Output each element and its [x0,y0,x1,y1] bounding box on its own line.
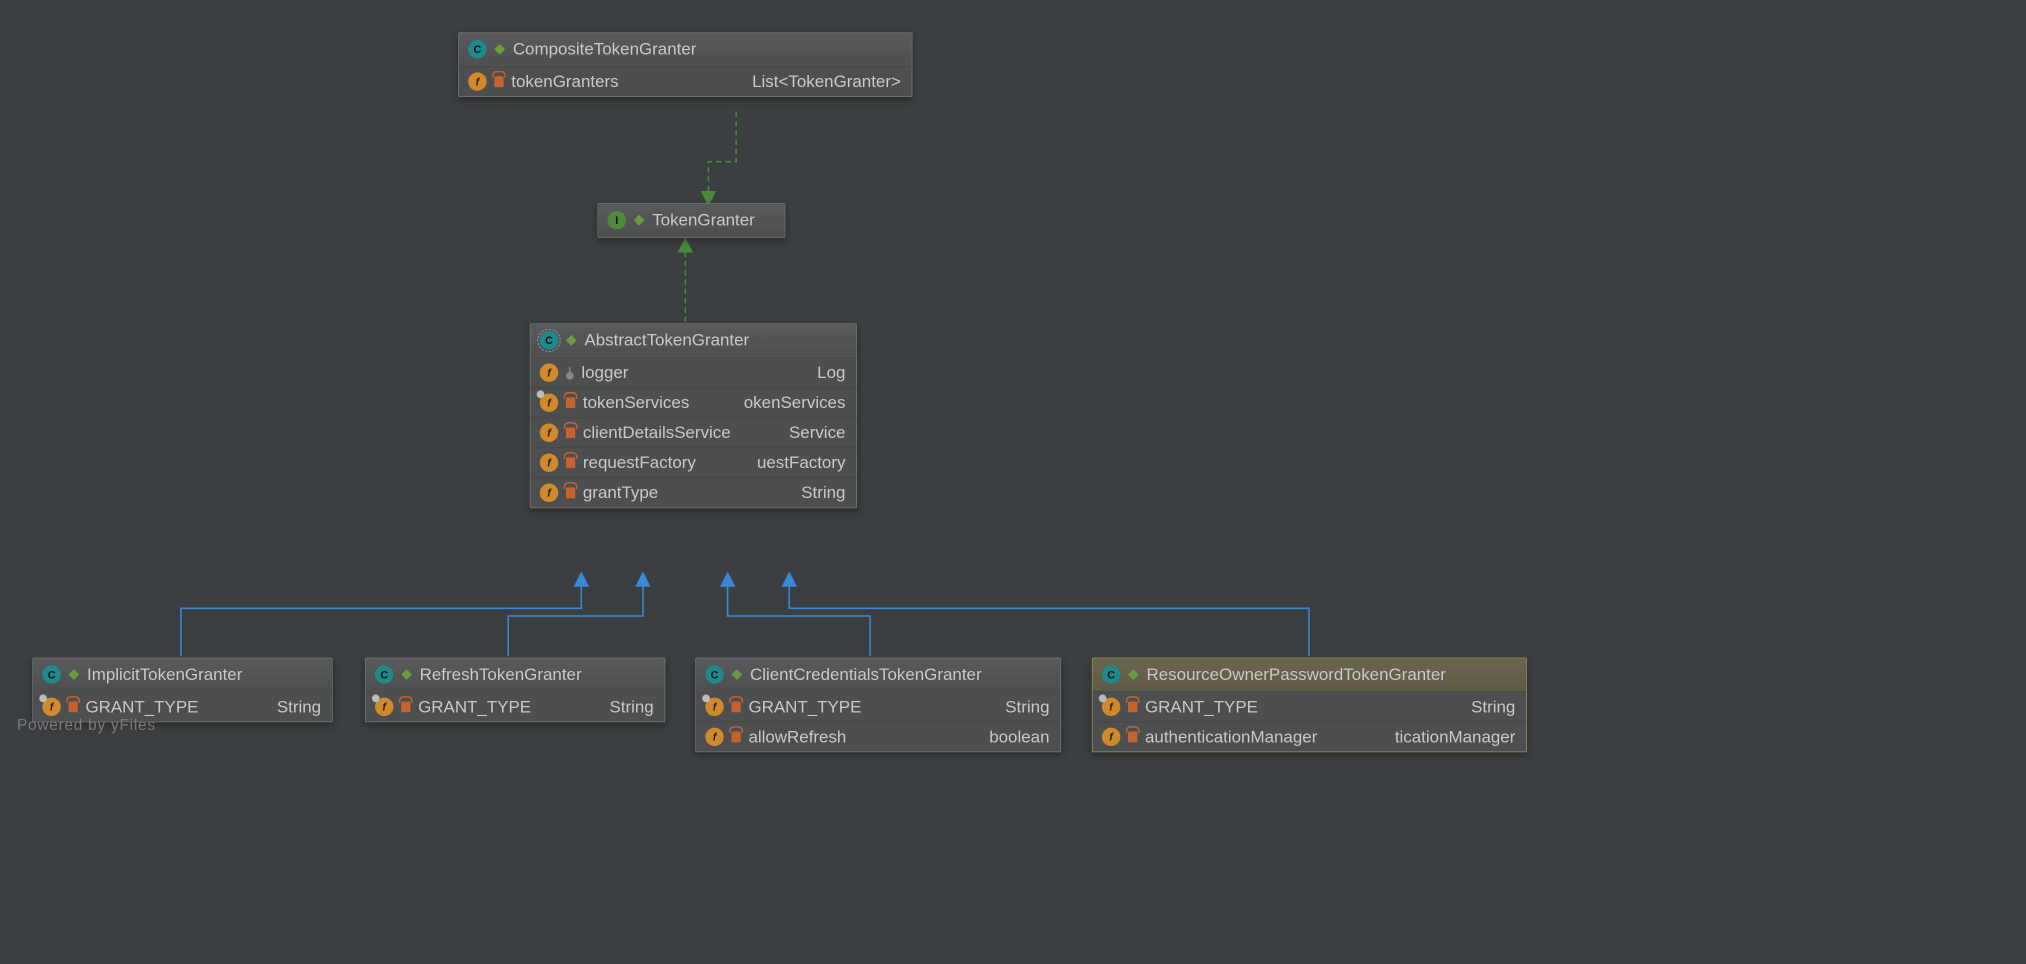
field-row: requestFactory uestFactory [531,447,857,477]
private-icon [566,397,575,408]
private-icon [566,487,575,498]
public-icon [566,335,577,346]
field-icon [42,698,60,716]
field-row: GRANT_TYPE String [696,691,1060,721]
class-title: ClientCredentialsTokenGranter [696,658,1060,691]
node-abstract-token-granter[interactable]: AbstractTokenGranter logger Log tokenSer… [530,323,857,508]
public-icon [634,215,645,226]
field-row: logger Log [531,357,857,387]
private-icon [566,457,575,468]
private-icon [69,701,78,712]
class-icon [705,665,723,683]
field-icon [1102,698,1120,716]
class-name: ResourceOwnerPasswordTokenGranter [1147,665,1446,685]
node-refresh-token-granter[interactable]: RefreshTokenGranter GRANT_TYPE String [365,658,665,723]
class-title: CompositeTokenGranter [459,33,912,66]
node-composite-token-granter[interactable]: CompositeTokenGranter tokenGranters List… [458,32,912,97]
field-icon [540,484,558,502]
field-icon [540,454,558,472]
field-row: tokenServices okenServices [531,387,857,417]
class-title: RefreshTokenGranter [366,658,665,691]
private-icon [1128,732,1137,743]
field-row: grantType String [531,477,857,507]
class-title: AbstractTokenGranter [531,324,857,357]
field-icon [1102,728,1120,746]
private-icon [401,701,410,712]
node-implicit-token-granter[interactable]: ImplicitTokenGranter GRANT_TYPE String [32,658,332,723]
public-icon [401,669,412,680]
public-icon [1128,669,1139,680]
class-icon [375,665,393,683]
private-icon [732,701,741,712]
public-icon [494,44,505,55]
node-client-credentials-token-granter[interactable]: ClientCredentialsTokenGranter GRANT_TYPE… [695,658,1061,753]
class-name: AbstractTokenGranter [584,330,749,350]
field-icon [540,424,558,442]
class-title: ResourceOwnerPasswordTokenGranter [1093,658,1527,691]
class-name: ClientCredentialsTokenGranter [750,665,982,685]
field-icon [705,698,723,716]
field-row: authenticationManager ticationManager [1093,721,1527,751]
public-icon [69,669,80,680]
node-resource-owner-password-token-granter[interactable]: ResourceOwnerPasswordTokenGranter GRANT_… [1092,658,1527,753]
node-token-granter[interactable]: TokenGranter [598,203,786,238]
field-icon [540,393,558,411]
class-icon [1102,665,1120,683]
interface-title: TokenGranter [598,204,784,237]
field-icon [468,72,486,90]
field-row: allowRefresh boolean [696,721,1060,751]
class-icon [468,40,486,58]
private-icon [566,427,575,438]
field-row: tokenGranters List<TokenGranter> [459,66,912,96]
abstract-class-icon [540,331,558,349]
field-row: GRANT_TYPE String [366,691,665,721]
field-icon [705,728,723,746]
private-icon [1128,701,1137,712]
class-name: CompositeTokenGranter [513,39,697,59]
powered-by-label: Powered by yFiles [17,717,156,735]
interface-name: TokenGranter [652,210,755,230]
private-icon [732,732,741,743]
class-name: RefreshTokenGranter [420,665,582,685]
class-title: ImplicitTokenGranter [33,658,332,691]
field-icon [375,698,393,716]
class-name: ImplicitTokenGranter [87,665,242,685]
interface-icon [608,211,626,229]
field-row: GRANT_TYPE String [1093,691,1527,721]
protected-icon [566,367,574,378]
field-row: clientDetailsService Service [531,417,857,447]
class-icon [42,665,60,683]
private-icon [494,76,503,87]
public-icon [732,669,743,680]
field-icon [540,363,558,381]
